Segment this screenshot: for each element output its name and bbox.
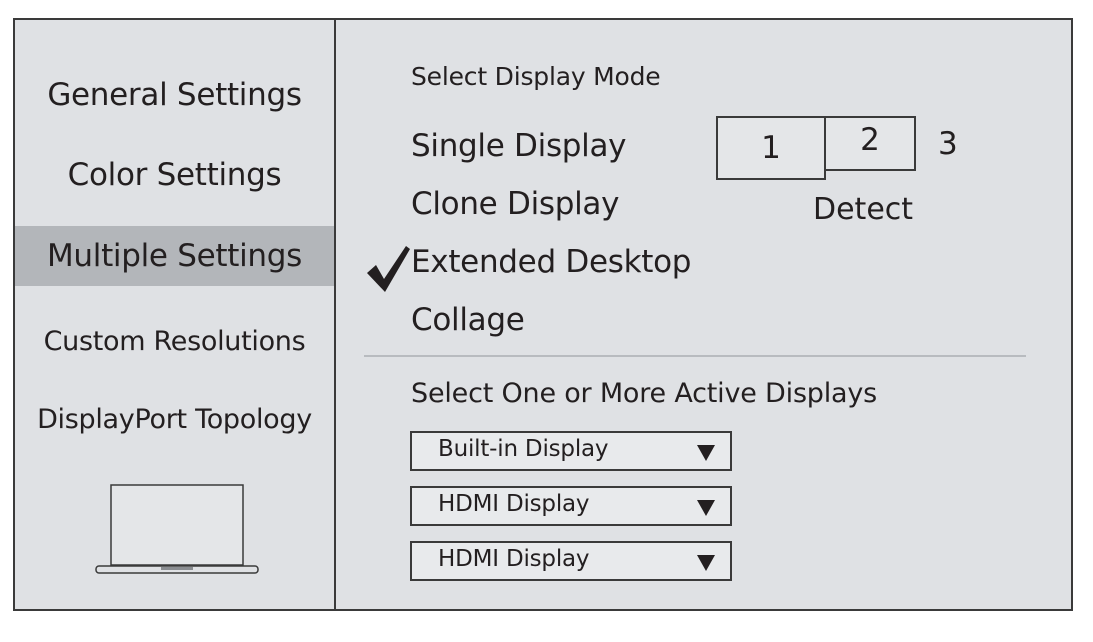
select-value: HDMI Display — [438, 546, 590, 572]
dropdown-arrow-icon — [697, 555, 715, 571]
active-displays-heading: Select One or More Active Displays — [411, 378, 878, 409]
dropdown-arrow-icon — [697, 445, 715, 461]
sidebar-item-displayport-topology[interactable]: DisplayPort Topology — [15, 390, 334, 450]
sidebar-item-custom-resolutions[interactable]: Custom Resolutions — [15, 312, 334, 372]
display-1-box[interactable]: 1 — [716, 116, 826, 180]
active-display-select-1[interactable]: Built-in Display — [410, 431, 732, 471]
main-panel: Select Display Mode Single Display Clone… — [336, 20, 1071, 609]
section-divider — [364, 355, 1026, 357]
display-2-box[interactable]: 2 — [824, 116, 916, 171]
sidebar-item-multiple-settings[interactable]: Multiple Settings — [15, 226, 334, 286]
display-mode-heading: Select Display Mode — [411, 62, 661, 91]
mode-clone-display[interactable]: Clone Display — [411, 186, 619, 222]
active-display-select-3[interactable]: HDMI Display — [410, 541, 732, 581]
display-3-label[interactable]: 3 — [938, 126, 958, 162]
dropdown-arrow-icon — [697, 500, 715, 516]
sidebar-item-general-settings[interactable]: General Settings — [15, 65, 334, 125]
sidebar: General Settings Color Settings Multiple… — [15, 20, 336, 609]
mode-extended-desktop[interactable]: Extended Desktop — [411, 244, 691, 280]
sidebar-item-color-settings[interactable]: Color Settings — [15, 145, 334, 205]
select-value: HDMI Display — [438, 491, 590, 517]
select-value: Built-in Display — [438, 436, 609, 462]
display-2-label: 2 — [860, 122, 880, 158]
settings-window: General Settings Color Settings Multiple… — [13, 18, 1073, 611]
active-display-select-2[interactable]: HDMI Display — [410, 486, 732, 526]
laptop-icon — [95, 484, 259, 574]
mode-single-display[interactable]: Single Display — [411, 128, 627, 164]
checkmark-icon — [367, 246, 410, 292]
mode-collage[interactable]: Collage — [411, 302, 525, 338]
detect-button[interactable]: Detect — [813, 192, 913, 227]
display-1-label: 1 — [761, 130, 781, 166]
